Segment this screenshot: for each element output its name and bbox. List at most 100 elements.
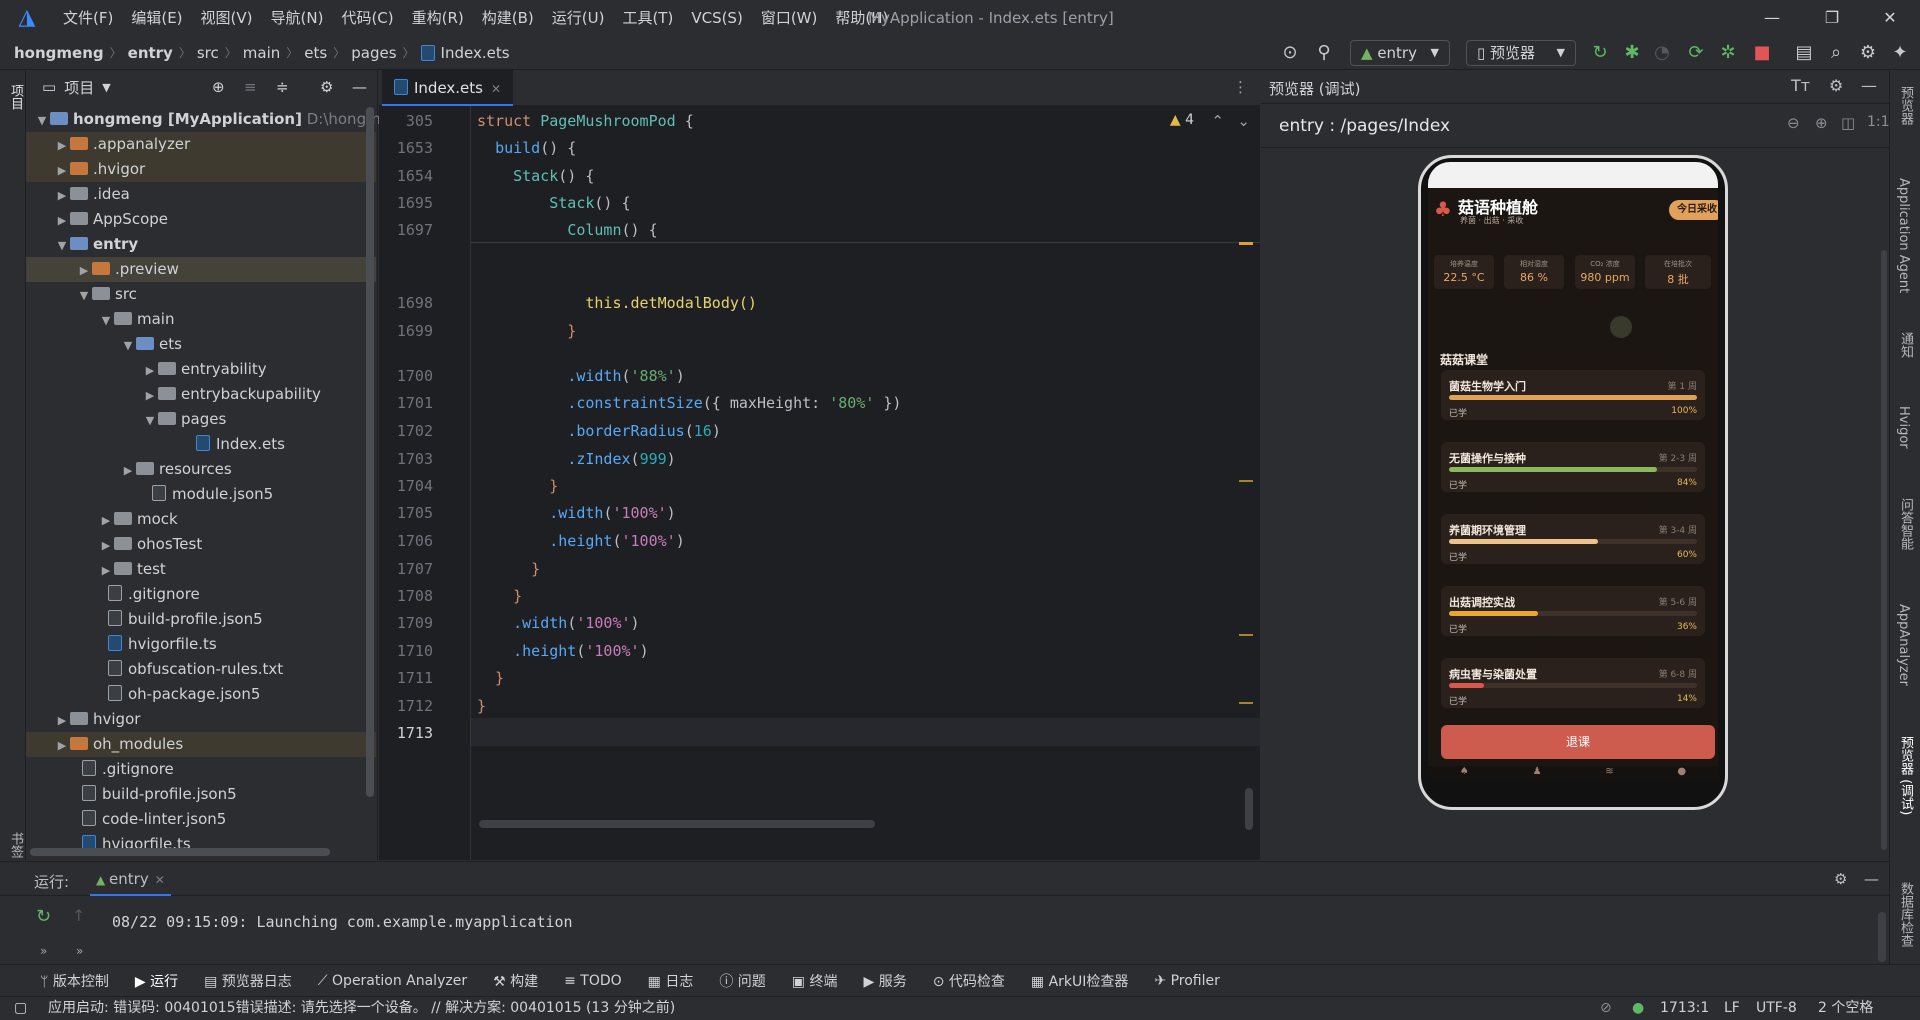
menu-refactor[interactable]: 重构(R): [403, 0, 473, 36]
harvest-button[interactable]: 今日采收: [1669, 200, 1718, 220]
font-size-icon[interactable]: Tт: [1791, 76, 1810, 95]
tool-operation-analyzer[interactable]: ⟋ Operation Analyzer: [318, 973, 467, 989]
tree-row[interactable]: ▶ .preview: [26, 257, 376, 282]
tab-course-icon[interactable]: ≋: [1605, 766, 1613, 780]
tool-services[interactable]: ▶ 服务: [863, 971, 906, 991]
tree-row[interactable]: obfuscation-rules.txt: [26, 657, 376, 682]
close-tab-icon[interactable]: ✕: [491, 82, 501, 96]
gear-icon[interactable]: ⚙: [1854, 36, 1882, 70]
menu-view[interactable]: 视图(V): [192, 0, 262, 36]
cursor-position[interactable]: 1713:1: [1660, 997, 1709, 1020]
menu-tools[interactable]: 工具(T): [613, 0, 682, 36]
indent-setting[interactable]: 2 个空格: [1818, 997, 1873, 1020]
tool-terminal[interactable]: ▣ 终端: [792, 971, 838, 991]
notifications-tool-button[interactable]: 通知: [1896, 332, 1915, 358]
tree-row[interactable]: ▶ AppScope: [26, 207, 376, 232]
console-scrollbar[interactable]: [1878, 912, 1886, 962]
code-line[interactable]: .width('100%'): [477, 504, 675, 522]
editor-h-scrollbar[interactable]: [479, 820, 875, 828]
appanalyzer-tool-button[interactable]: AppAnalyzer: [1896, 604, 1911, 686]
tree-row[interactable]: Index.ets: [26, 432, 376, 457]
tool-previewer-log[interactable]: ▤ 预览器日志: [204, 971, 292, 991]
gear-icon[interactable]: ⚙: [1829, 76, 1843, 95]
course-card[interactable]: 出菇调控实战第 5-6 周 已学 36%: [1441, 586, 1705, 636]
chevron-up-icon[interactable]: ⌃: [1211, 112, 1224, 130]
expand-icon[interactable]: »: [76, 944, 83, 958]
code-line[interactable]: build() {: [477, 139, 576, 157]
tool-todo[interactable]: ≡ TODO: [564, 973, 622, 989]
minimize-icon[interactable]: —: [1747, 0, 1797, 36]
application-agent-tool-button[interactable]: Application Agent: [1896, 178, 1911, 293]
code-line[interactable]: }: [477, 697, 486, 715]
more-icon[interactable]: ⋮: [1233, 78, 1248, 96]
course-card[interactable]: 菌菇生物学入门第 1 周 已学 100%: [1441, 370, 1705, 420]
course-card[interactable]: 病虫害与染菌处置第 6-8 周 已学 14%: [1441, 658, 1705, 708]
expand-icon[interactable]: »: [40, 944, 47, 958]
hvigor-tool-button[interactable]: Hvigor: [1896, 406, 1911, 449]
line-separator[interactable]: LF: [1724, 997, 1740, 1020]
code-line[interactable]: .height('100%'): [477, 642, 648, 660]
tree-row[interactable]: ▶ .appanalyzer: [26, 132, 376, 157]
warning-marker[interactable]: [1239, 242, 1253, 245]
menu-build[interactable]: 构建(B): [473, 0, 543, 36]
tool-vcs[interactable]: ᛘ 版本控制: [40, 971, 109, 991]
menu-file[interactable]: 文件(F): [54, 0, 122, 36]
locate-icon[interactable]: ⊕: [212, 78, 225, 96]
collapse-all-icon[interactable]: ≑: [276, 78, 289, 96]
code-line[interactable]: .constraintSize({ maxHeight: '80%' }): [477, 394, 901, 412]
tool-code-inspection[interactable]: ⊙ 代码检查: [933, 971, 1005, 991]
menu-edit[interactable]: 编辑(E): [122, 0, 191, 36]
tool-arkui-inspector[interactable]: ▦ ArkUI检查器: [1031, 971, 1129, 991]
menu-window[interactable]: 窗口(W): [752, 0, 827, 36]
tree-row[interactable]: ▶ resources: [26, 457, 376, 482]
drop-course-button[interactable]: 退课: [1441, 725, 1715, 759]
no-device-icon[interactable]: ⊘: [1600, 997, 1612, 1020]
tree-row[interactable]: hvigorfile.ts: [26, 632, 376, 657]
code-line[interactable]: .width('100%'): [477, 614, 639, 632]
rerun-icon[interactable]: ↻: [36, 906, 51, 927]
run-tab-entry[interactable]: ▲ entry ✕: [90, 862, 171, 896]
chevron-down-icon[interactable]: ▼: [102, 81, 110, 94]
gear-icon[interactable]: ⚙: [1834, 870, 1847, 888]
close-icon[interactable]: ✕: [1865, 0, 1915, 36]
code-line[interactable]: .height('100%'): [477, 532, 684, 550]
project-h-scrollbar[interactable]: [30, 848, 330, 856]
tree-row[interactable]: ▶ oh_modules: [26, 732, 376, 757]
code-line[interactable]: .width('88%'): [477, 367, 684, 385]
editor-v-scrollbar[interactable]: [1245, 788, 1253, 830]
tool-problems[interactable]: ⓘ 问题: [719, 971, 765, 991]
tool-log[interactable]: ▦ 日志: [648, 971, 694, 991]
tab-profile-icon[interactable]: ●: [1677, 766, 1686, 780]
tree-row[interactable]: ▼ hongmeng [MyApplication] D:\hongme: [26, 107, 390, 132]
code-line[interactable]: }: [477, 669, 504, 687]
tree-row[interactable]: ▶ mock: [26, 507, 376, 532]
database-inspector-tool-button[interactable]: 数据库检查: [1896, 882, 1915, 947]
bookmarks-tool-button[interactable]: 书签: [6, 832, 25, 858]
tree-row[interactable]: code-linter.json5: [26, 807, 376, 832]
breadcrumb-item[interactable]: entry: [128, 44, 173, 62]
device-manager-icon[interactable]: ⚲: [1310, 36, 1338, 70]
tool-build[interactable]: ⚒ 构建: [493, 971, 538, 991]
code-line[interactable]: Stack() {: [477, 194, 630, 212]
tree-row[interactable]: ▶ test: [26, 557, 376, 582]
course-card[interactable]: 养菌期环境管理第 3-4 周 已学 60%: [1441, 514, 1705, 564]
zoom-in-icon[interactable]: ⊕: [1815, 114, 1828, 132]
fit-icon[interactable]: ◫: [1841, 114, 1855, 132]
hide-icon[interactable]: —: [1864, 870, 1879, 888]
code-line[interactable]: Column() {: [477, 221, 657, 239]
tree-row[interactable]: ▶ entryability: [26, 357, 376, 382]
gear-icon[interactable]: ⚙: [320, 78, 333, 96]
tree-row[interactable]: ▼ src: [26, 282, 376, 307]
search-icon[interactable]: ⌕: [1822, 36, 1850, 70]
menu-code[interactable]: 代码(C): [332, 0, 402, 36]
tree-row[interactable]: module.json5: [26, 482, 376, 507]
previewer-debug-tool-button[interactable]: 预览器 (调试): [1896, 736, 1915, 815]
device-select[interactable]: ▯ 预览器 ▼: [1466, 40, 1576, 66]
tree-row[interactable]: ▼ main: [26, 307, 376, 332]
code-line[interactable]: .zIndex(999): [477, 450, 675, 468]
menu-run[interactable]: 运行(U): [543, 0, 614, 36]
menu-navigate[interactable]: 导航(N): [262, 0, 333, 36]
status-message[interactable]: 应用启动: 错误码: 00401015错误描述: 请先选择一个设备。 // 解决…: [48, 997, 675, 1020]
tool-profiler[interactable]: ✈ Profiler: [1154, 973, 1219, 989]
warning-marker[interactable]: [1239, 480, 1253, 482]
